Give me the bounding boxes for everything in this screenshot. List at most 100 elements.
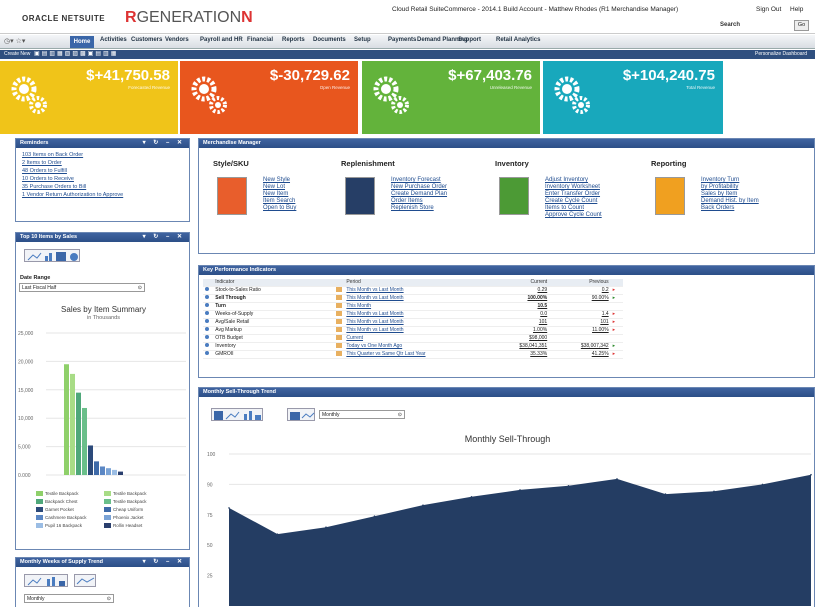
reminder-item[interactable]: 35 Purchase Orders to Bill	[22, 184, 189, 190]
shortcut-icons[interactable]: ▣▤▥▦▧▨▩▣▤▥▦	[34, 50, 118, 57]
help-link[interactable]: Help	[790, 6, 803, 13]
kpi-period[interactable]: This Month vs Last Month	[344, 294, 488, 303]
kpi-flag-icon[interactable]	[334, 302, 345, 311]
kpi-period[interactable]: Current	[344, 334, 488, 343]
nav-item-reports[interactable]: Reports	[282, 37, 305, 43]
kpi-period[interactable]: This Month vs Last Month	[344, 326, 488, 335]
search-go-button[interactable]: Go	[794, 20, 809, 31]
merch-link[interactable]: New Lot	[263, 184, 296, 191]
nav-item-support[interactable]: Support	[458, 37, 481, 43]
data-point[interactable]	[761, 483, 764, 486]
merch-link[interactable]: Approve Cycle Count	[545, 212, 602, 219]
kpi-dot[interactable]	[203, 310, 214, 319]
kpi-dot[interactable]	[203, 326, 214, 335]
create-new-label[interactable]: Create New	[4, 51, 30, 57]
data-point[interactable]	[664, 493, 667, 495]
kpi-flag-icon[interactable]	[334, 310, 345, 319]
bar[interactable]	[100, 466, 105, 475]
merch-link[interactable]: New Purchase Order	[391, 184, 447, 191]
data-point[interactable]	[810, 473, 812, 476]
personalize-dashboard-link[interactable]: Personalize Dashboard	[755, 51, 807, 57]
portlet-controls[interactable]: ▾ ↻ – ✕	[143, 233, 185, 242]
data-point[interactable]	[616, 478, 618, 480]
kpi-dot[interactable]	[203, 342, 214, 351]
area-chart-button[interactable]	[74, 574, 96, 587]
data-point[interactable]	[228, 507, 230, 509]
merch-link[interactable]: Item Search	[263, 198, 296, 205]
data-point[interactable]	[422, 504, 424, 506]
merch-section-icon[interactable]	[345, 177, 375, 215]
bar[interactable]	[112, 469, 117, 475]
kpi-period[interactable]: This Month vs Last Month	[344, 310, 488, 319]
merch-link[interactable]: Order Items	[391, 198, 447, 205]
data-point[interactable]	[276, 533, 279, 535]
bar[interactable]	[88, 445, 93, 475]
date-range-select[interactable]: Last Fiscal Half ⊙	[19, 283, 145, 292]
bar[interactable]	[82, 407, 87, 475]
reminder-item[interactable]: 48 Orders to Fulfill	[22, 168, 189, 174]
kpi-dot[interactable]	[203, 302, 214, 311]
portlet-controls[interactable]: ▾ ↻ – ✕	[143, 139, 185, 148]
merch-section-icon[interactable]	[217, 177, 247, 215]
merch-link[interactable]: Demand Hist. by Item	[701, 198, 759, 205]
weeks-supply-select[interactable]: Monthly ⊙	[24, 594, 114, 603]
nav-item-setup[interactable]: Setup	[354, 37, 371, 43]
sell-through-area[interactable]	[229, 474, 811, 606]
bar[interactable]	[106, 468, 111, 475]
kpi-flag-icon[interactable]	[334, 342, 345, 351]
bar[interactable]	[118, 471, 123, 475]
kpi-flag-icon[interactable]	[334, 318, 345, 327]
nav-item-payments[interactable]: Payments	[388, 37, 416, 43]
merch-link[interactable]: Items to Count	[545, 205, 602, 212]
merch-link[interactable]: Inventory Turn	[701, 177, 759, 184]
merch-link[interactable]: Adjust Inventory	[545, 177, 602, 184]
data-point[interactable]	[470, 496, 473, 498]
reminder-item[interactable]: 1 Vendor Return Authorization to Approve	[22, 192, 189, 198]
nav-item-retail-analytics[interactable]: Retail Analytics	[496, 37, 540, 43]
account-info[interactable]: Cloud Retail SuiteCommerce - 2014.1 Buil…	[392, 6, 678, 13]
nav-item-documents[interactable]: Documents	[313, 37, 346, 43]
kpi-flag-icon[interactable]	[334, 286, 345, 295]
kpi-flag-icon[interactable]	[334, 326, 345, 335]
nav-item-customers[interactable]: Customers	[131, 37, 162, 43]
merch-link[interactable]: by Profitability	[701, 184, 759, 191]
kpi-flag-icon[interactable]	[334, 294, 345, 303]
kpi-dot[interactable]	[203, 350, 214, 359]
bar[interactable]	[64, 364, 69, 475]
sell-through-select[interactable]: Monthly ⊙	[319, 410, 405, 419]
merch-link[interactable]: Enter Transfer Order	[545, 191, 602, 198]
reminder-item[interactable]: 2 Items to Order	[22, 160, 189, 166]
kpi-period[interactable]: This Month vs Last Month	[344, 318, 488, 327]
star-icon[interactable]: ☆▾	[16, 38, 26, 45]
merch-link[interactable]: Create Cycle Count	[545, 198, 602, 205]
merch-link[interactable]: Back Orders	[701, 205, 759, 212]
kpi-dot[interactable]	[203, 318, 214, 327]
data-point[interactable]	[713, 490, 715, 493]
merch-link[interactable]: Sales by Item	[701, 191, 759, 198]
kpi-dot[interactable]	[203, 286, 214, 295]
nav-item-financial[interactable]: Financial	[247, 37, 273, 43]
data-point[interactable]	[519, 489, 521, 491]
nav-item-activities[interactable]: Activities	[100, 37, 127, 43]
kpi-dot[interactable]	[203, 294, 214, 303]
reminder-item[interactable]: 103 Items on Back Order	[22, 152, 189, 158]
history-icon[interactable]: ◷▾	[4, 38, 14, 45]
merch-link[interactable]: New Style	[263, 177, 296, 184]
data-point[interactable]	[567, 484, 570, 487]
reminder-item[interactable]: 10 Orders to Receive	[22, 176, 189, 182]
data-point[interactable]	[373, 515, 376, 517]
kpi-period[interactable]: Today vs One Month Ago	[344, 342, 488, 351]
bar[interactable]	[76, 392, 81, 475]
chart-type-buttons[interactable]	[24, 249, 80, 262]
kpi-dot[interactable]	[203, 334, 214, 343]
bar[interactable]	[94, 461, 99, 475]
bar[interactable]	[70, 373, 75, 475]
nav-item-vendors[interactable]: Vendors	[165, 37, 189, 43]
merch-link[interactable]: New Item	[263, 191, 296, 198]
kpi-tile[interactable]: $+104,240.75 Total Revenue	[543, 61, 723, 134]
merch-section-icon[interactable]	[499, 177, 529, 215]
kpi-period[interactable]: This Quarter vs Same Qtr Last Year	[344, 350, 488, 359]
kpi-flag-icon[interactable]	[334, 334, 345, 343]
data-point[interactable]	[325, 526, 327, 529]
kpi-period[interactable]: This Month	[344, 302, 488, 311]
